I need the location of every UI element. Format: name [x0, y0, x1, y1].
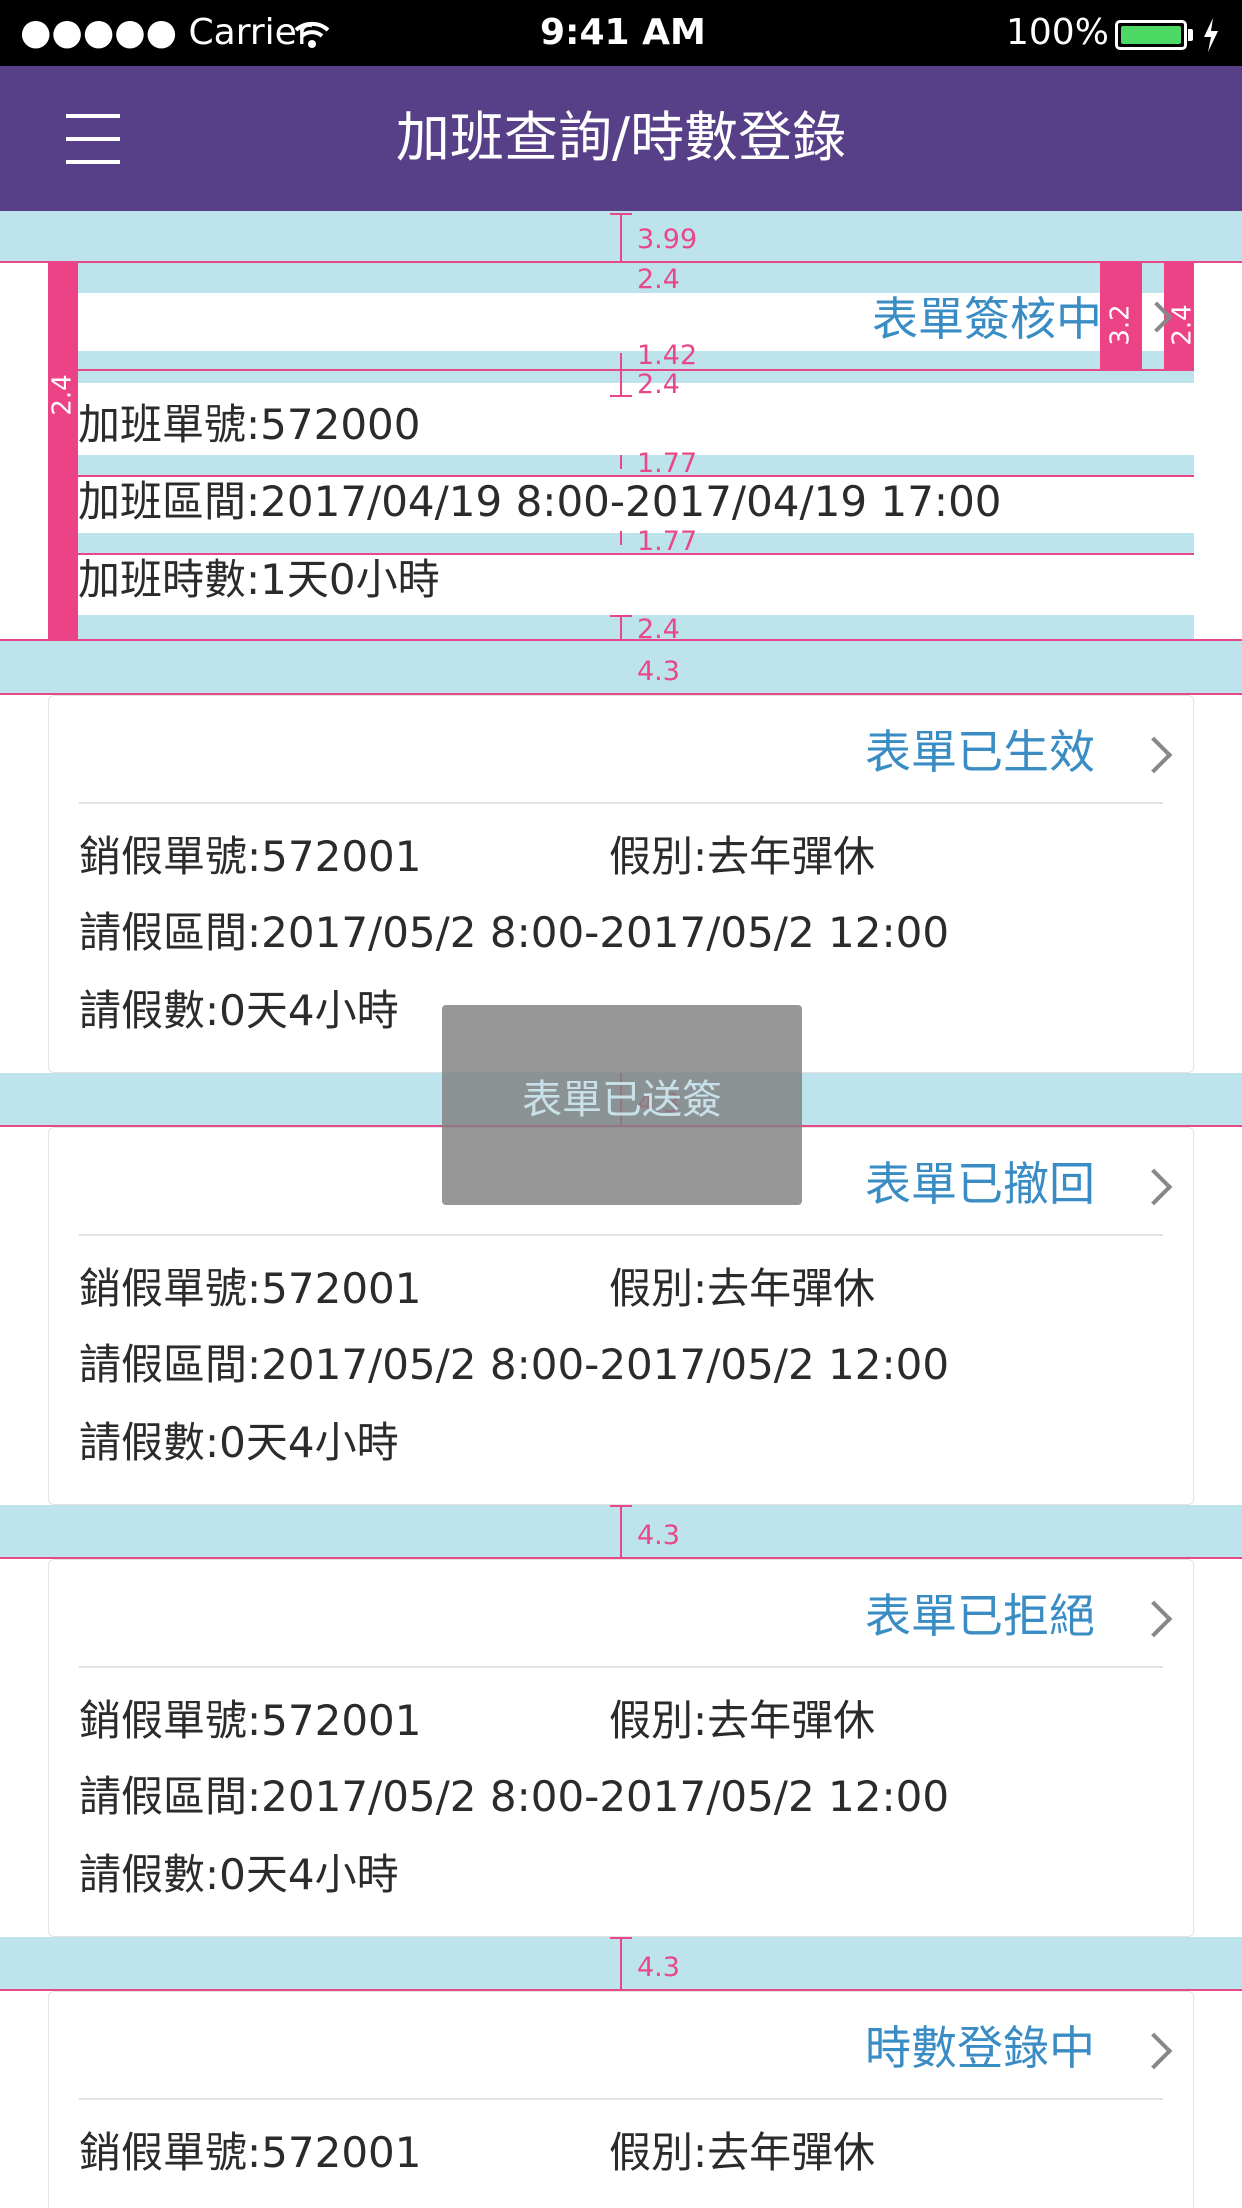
spec-pad-c: 2.4	[637, 369, 680, 400]
nav-bar: 加班查詢/時數登錄	[0, 66, 1242, 211]
carrier-label: ●●●●● Carrier	[20, 12, 312, 53]
spacing-band	[78, 351, 1194, 383]
leave-status: 表單已撤回	[865, 1157, 1095, 1211]
overtime-status: 表單簽核中	[872, 292, 1102, 346]
overtime-hours: 加班時數:1天0小時	[78, 555, 440, 604]
leave-period: 請假區間:2017/05/2 8:00-2017/05/2 12:00	[79, 908, 950, 957]
spec-line-gap-2: 1.77	[637, 526, 698, 557]
spacing-band	[78, 533, 1194, 553]
spec-right-bar-label: 2.4	[1167, 304, 1198, 346]
leave-period: 請假區間:2017/05/2 8:00-2017/05/2 12:00	[79, 1772, 950, 1821]
spec-card-gap: 4.3	[637, 1952, 680, 1983]
chevron-right-icon[interactable]	[1135, 736, 1173, 774]
spacing-band	[78, 455, 1194, 475]
leave-status: 表單已拒絕	[865, 1589, 1095, 1643]
spec-tick	[610, 1937, 632, 1939]
spec-tick	[610, 395, 632, 397]
spec-left-bar	[48, 263, 78, 641]
leave-card[interactable]: 時數登錄中 銷假單號:572001 假別:去年彈休	[48, 1991, 1194, 2208]
spec-line-gap-1: 1.77	[637, 448, 698, 479]
spec-pad-b: 1.42	[637, 340, 698, 371]
battery-cap	[1188, 29, 1193, 41]
leave-card[interactable]: 表單已拒絕 銷假單號:572001 假別:去年彈休 請假區間:2017/05/2…	[48, 1559, 1194, 1937]
leave-count: 請假數:0天4小時	[79, 1850, 399, 1899]
overtime-form-no: 加班單號:572000	[78, 400, 421, 449]
status-bar: ●●●●● Carrier 9:41 AM 100%	[0, 0, 1242, 66]
spacing-band	[78, 263, 1194, 293]
spec-tick	[610, 615, 632, 617]
leave-period: 請假區間:2017/05/2 8:00-2017/05/2 12:00	[79, 1340, 950, 1389]
spec-tick	[620, 1505, 622, 1559]
clock: 9:41 AM	[540, 12, 706, 53]
leave-type: 假別:去年彈休	[609, 832, 876, 881]
spacing-band	[0, 641, 1242, 695]
leave-form-no: 銷假單號:572001	[79, 832, 422, 881]
chevron-right-icon[interactable]	[1135, 2032, 1173, 2070]
spec-card-gap: 4.3	[637, 1520, 680, 1551]
leave-type: 假別:去年彈休	[609, 1264, 876, 1313]
spec-chevron-gap-label: 3.2	[1105, 304, 1136, 346]
leave-count: 請假數:0天4小時	[79, 986, 399, 1035]
spec-line	[78, 369, 1194, 371]
battery-icon	[1115, 20, 1187, 50]
spacing-band	[78, 615, 1194, 641]
leave-type: 假別:去年彈休	[609, 1696, 876, 1745]
spec-tick	[620, 1937, 622, 1991]
divider	[79, 1234, 1163, 1236]
leave-status: 表單已生效	[865, 725, 1095, 779]
chevron-right-icon[interactable]	[1135, 1168, 1173, 1206]
spec-tick	[620, 531, 622, 545]
leave-form-no: 銷假單號:572001	[79, 1696, 422, 1745]
page-title: 加班查詢/時數登錄	[395, 106, 847, 169]
battery-percent: 100%	[1006, 12, 1109, 53]
divider	[79, 802, 1163, 804]
leave-form-no: 銷假單號:572001	[79, 1264, 422, 1313]
spec-card-gap: 4.3	[637, 656, 680, 687]
wifi-icon	[294, 21, 330, 48]
divider	[79, 1666, 1163, 1668]
spec-tick	[610, 1505, 632, 1507]
overtime-period: 加班區間:2017/04/19 8:00-2017/04/19 17:00	[78, 477, 1002, 526]
leave-status: 時數登錄中	[865, 2021, 1095, 2075]
spec-top-gap: 3.99	[637, 224, 698, 255]
leave-form-no: 銷假單號:572001	[79, 2128, 422, 2177]
spec-left-bar-label: 2.4	[47, 374, 78, 416]
charging-bolt-icon	[1204, 18, 1218, 52]
leave-type: 假別:去年彈休	[609, 2128, 876, 2177]
leave-count: 請假數:0天4小時	[79, 1418, 399, 1467]
spec-tick	[620, 353, 622, 397]
spec-tick	[610, 213, 632, 215]
chevron-right-icon[interactable]	[1135, 1600, 1173, 1638]
spec-pad-a: 2.4	[637, 264, 680, 295]
divider	[79, 2098, 1163, 2100]
battery-level	[1121, 26, 1181, 44]
spec-tick	[620, 455, 622, 469]
toast-message: 表單已送簽	[522, 1077, 722, 1123]
